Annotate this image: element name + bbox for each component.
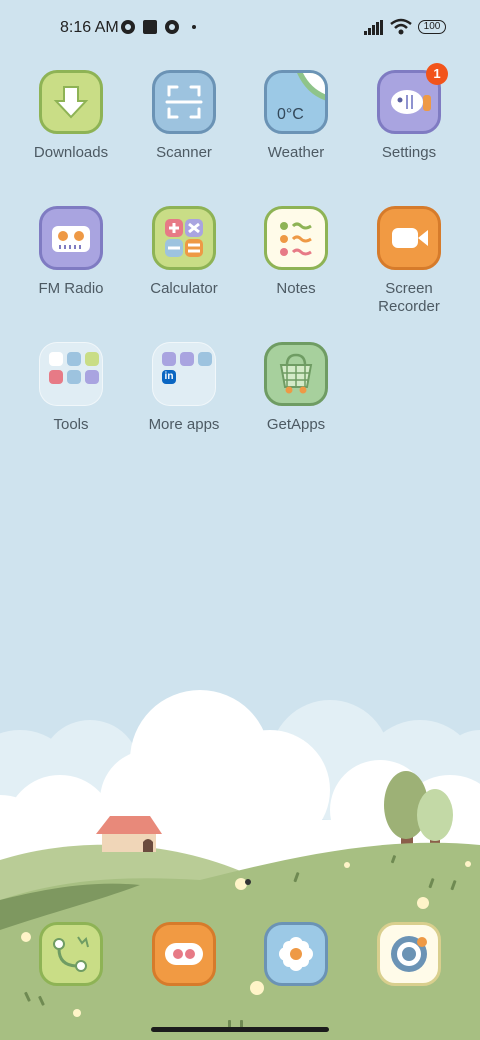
fish-gear-icon: 1 <box>377 63 448 134</box>
app-label: Scanner <box>156 144 212 161</box>
camera-app-icon <box>121 20 135 34</box>
status-bar: 8:16 AM 100 <box>0 0 480 56</box>
folder-icon <box>39 342 103 406</box>
app-calculator[interactable]: Calculator <box>129 206 239 298</box>
app-getapps[interactable]: GetApps <box>241 342 351 434</box>
mini-app-icon <box>180 352 194 366</box>
app-downloads[interactable]: Downloads <box>16 70 126 162</box>
mini-app-icon <box>162 352 176 366</box>
weather-temp: 0°C <box>277 106 304 123</box>
app-label: Tools <box>53 416 89 433</box>
calculator-icon <box>152 206 216 270</box>
radio-icon <box>39 206 103 270</box>
dot-icon <box>192 25 196 29</box>
app-notes[interactable]: Notes <box>241 206 351 298</box>
video-camera-icon <box>377 206 441 270</box>
app-label: Screen Recorder <box>378 280 440 315</box>
app-label: Notes <box>276 280 316 297</box>
wifi-icon <box>390 18 412 35</box>
scan-frame-icon <box>152 70 216 134</box>
app-settings[interactable]: 1 Settings <box>354 63 464 162</box>
app-label: Downloads <box>33 144 109 161</box>
mini-app-icon <box>85 370 99 384</box>
shopping-basket-icon <box>264 342 328 406</box>
dock-messages[interactable] <box>129 922 239 986</box>
linkedin-icon: in <box>162 370 176 384</box>
square-app-icon <box>143 20 157 34</box>
camera-app-icon <box>165 20 179 34</box>
folder-tools[interactable]: Tools <box>16 342 126 434</box>
notification-badge: 1 <box>426 63 448 85</box>
app-scanner[interactable]: Scanner <box>129 70 239 162</box>
app-label: FM Radio <box>38 280 104 297</box>
dock-phone[interactable] <box>16 922 126 986</box>
app-weather[interactable]: 0°C Weather <box>241 70 351 162</box>
dock-camera[interactable] <box>354 922 464 986</box>
mini-app-icon <box>49 352 63 366</box>
app-label: Calculator <box>150 280 218 297</box>
dock <box>0 922 480 992</box>
camera-lens-icon <box>377 922 441 986</box>
mini-app-icon <box>67 352 81 366</box>
mini-app-icon <box>85 352 99 366</box>
app-label: Weather <box>267 144 325 161</box>
flower-gallery-icon <box>264 922 328 986</box>
app-label: GetApps <box>266 416 326 433</box>
app-label: More apps <box>148 416 220 433</box>
battery-icon: 100 <box>418 20 446 34</box>
dock-gallery[interactable] <box>241 922 351 986</box>
folder-icon: in <box>152 342 216 406</box>
mini-app-icon <box>198 352 212 366</box>
app-label: Settings <box>381 144 437 161</box>
mini-app-icon <box>67 370 81 384</box>
home-indicator[interactable] <box>151 1027 329 1032</box>
signal-icon <box>364 20 383 35</box>
status-time: 8:16 AM <box>60 19 119 36</box>
notes-icon <box>264 206 328 270</box>
download-arrow-icon <box>39 70 103 134</box>
mini-app-icon <box>49 370 63 384</box>
messages-icon <box>152 922 216 986</box>
battery-level: 100 <box>423 21 441 32</box>
folder-more-apps[interactable]: in More apps <box>129 342 239 434</box>
app-fm-radio[interactable]: FM Radio <box>16 206 126 298</box>
app-screen-recorder[interactable]: Screen Recorder <box>354 206 464 316</box>
phone-icon <box>39 922 103 986</box>
weather-icon: 0°C <box>264 70 328 134</box>
